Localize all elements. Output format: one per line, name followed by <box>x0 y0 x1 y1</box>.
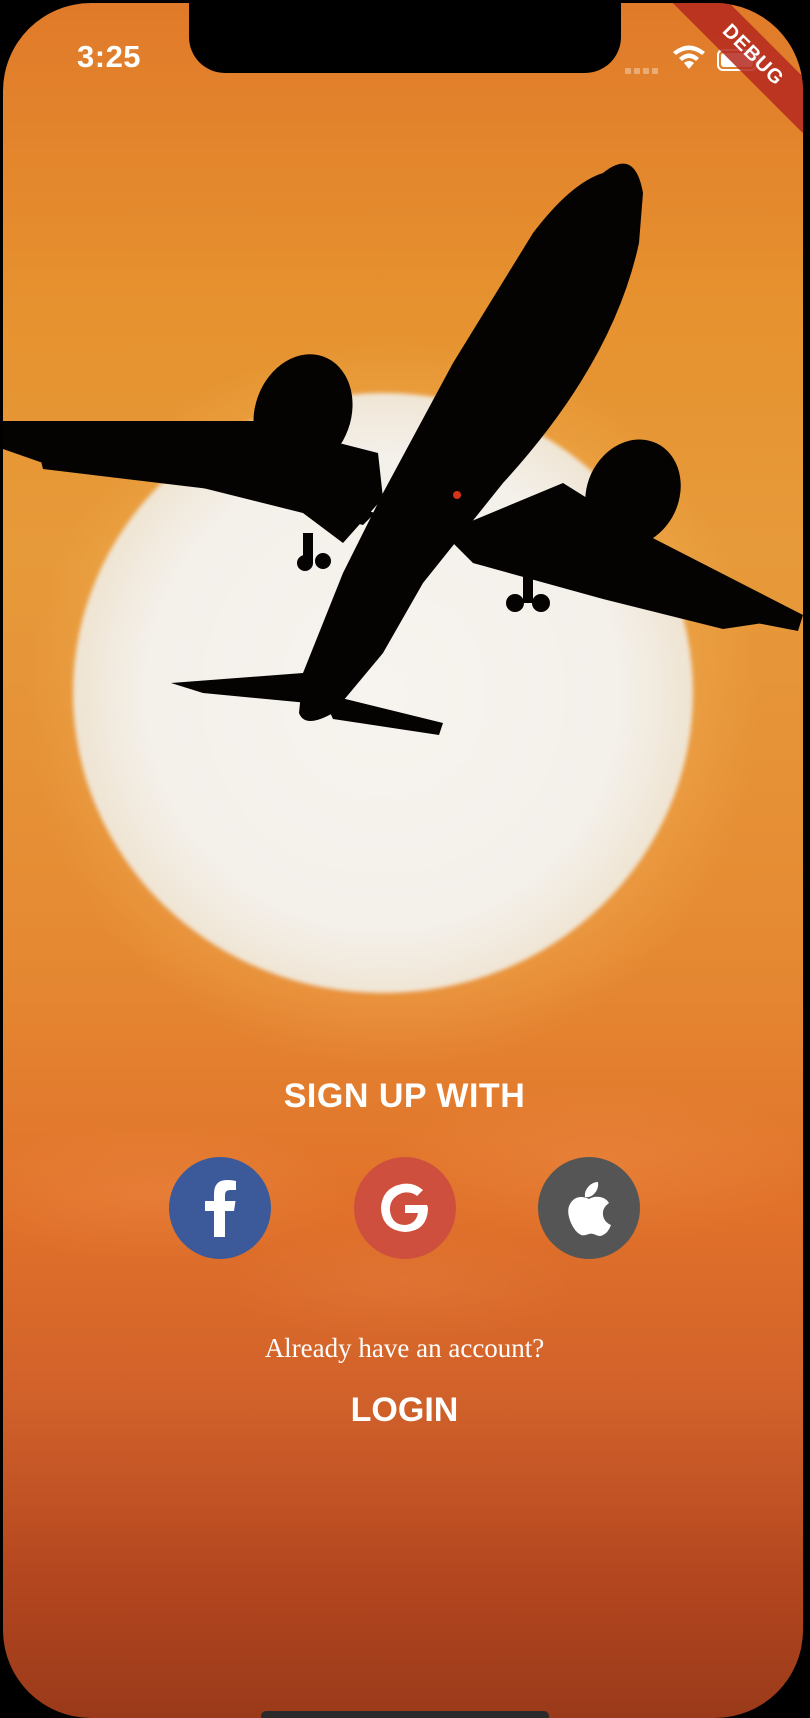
signup-title: SIGN UP WITH <box>283 1077 526 1115</box>
facebook-icon <box>205 1180 236 1237</box>
apple-icon <box>568 1182 611 1236</box>
device-frame: 3:25 DEBUG SIGN UP WITH Already have an … <box>0 0 810 1718</box>
status-time: 3:25 <box>77 39 142 74</box>
wifi-icon <box>673 45 705 69</box>
signal-icon <box>625 61 661 74</box>
signup-screen: 3:25 DEBUG SIGN UP WITH Already have an … <box>3 3 803 1718</box>
social-login-row <box>3 1157 803 1261</box>
notch <box>189 3 621 73</box>
status-bar: 3:25 <box>3 3 803 103</box>
apple-button[interactable] <box>538 1157 640 1259</box>
home-indicator[interactable] <box>261 1711 549 1718</box>
already-have-account-text: Already have an account? <box>264 1333 545 1363</box>
google-button[interactable] <box>354 1157 456 1259</box>
airplane-silhouette-image <box>3 163 803 735</box>
login-button[interactable]: LOGIN <box>333 1391 476 1430</box>
facebook-button[interactable] <box>169 1157 271 1259</box>
google-icon <box>381 1183 428 1232</box>
